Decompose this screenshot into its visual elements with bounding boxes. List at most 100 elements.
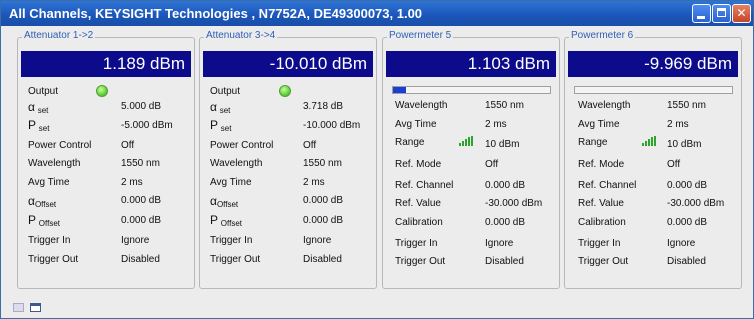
p-set-label: P set	[28, 118, 50, 133]
power-display[interactable]: 1.103 dBm	[386, 51, 556, 77]
trigger-in-value[interactable]: Ignore	[303, 235, 331, 246]
p-offset-value[interactable]: 0.000 dB	[303, 215, 343, 226]
panel-attenuator-1-2: Attenuator 1->2 1.189 dBm Output α set 5…	[17, 30, 195, 289]
wavelength-value[interactable]: 1550 nm	[121, 158, 160, 169]
power-display[interactable]: -10.010 dBm	[203, 51, 373, 77]
calibration-label: Calibration	[395, 217, 443, 228]
power-control-label: Power Control	[210, 140, 274, 151]
trigger-out-value[interactable]: Disabled	[121, 254, 160, 265]
calibration-label: Calibration	[578, 217, 626, 228]
app-window: All Channels, KEYSIGHT Technologies , N7…	[0, 0, 754, 319]
ref-value-value[interactable]: -30.000 dBm	[485, 198, 542, 209]
trigger-in-label: Trigger In	[395, 238, 438, 249]
output-label: Output	[28, 86, 59, 97]
close-icon: ✕	[736, 6, 747, 20]
tile-windows-icon[interactable]	[13, 303, 24, 312]
output-led-icon[interactable]	[279, 85, 291, 97]
wavelength-value[interactable]: 1550 nm	[303, 158, 342, 169]
range-label: Range	[578, 137, 608, 148]
trigger-out-value[interactable]: Disabled	[303, 254, 342, 265]
power-control-value[interactable]: Off	[303, 140, 316, 151]
maximize-icon	[717, 8, 726, 17]
power-level-bar	[574, 86, 733, 94]
power-control-value[interactable]: Off	[121, 140, 134, 151]
ref-channel-label: Ref. Channel	[395, 180, 454, 191]
alpha-set-value[interactable]: 3.718 dB	[303, 101, 343, 112]
trigger-out-label: Trigger Out	[210, 254, 261, 265]
trigger-in-value[interactable]: Ignore	[121, 235, 149, 246]
panel-title: Powermeter 5	[387, 30, 454, 41]
alpha-offset-value[interactable]: 0.000 dB	[121, 195, 161, 206]
avg-time-value[interactable]: 2 ms	[485, 119, 507, 130]
avg-time-label: Avg Time	[578, 119, 620, 130]
ref-mode-label: Ref. Mode	[395, 159, 442, 170]
p-offset-label: P Offset	[28, 213, 60, 228]
trigger-out-label: Trigger Out	[395, 256, 446, 267]
minimize-icon	[697, 16, 705, 19]
ref-channel-value[interactable]: 0.000 dB	[667, 180, 707, 191]
range-value[interactable]: 10 dBm	[485, 139, 519, 150]
ref-value-label: Ref. Value	[578, 198, 624, 209]
calibration-value[interactable]: 0.000 dB	[485, 217, 525, 228]
avg-time-value[interactable]: 2 ms	[121, 177, 143, 188]
power-level-fill	[393, 87, 406, 93]
calibration-value[interactable]: 0.000 dB	[667, 217, 707, 228]
ref-value-value[interactable]: -30.000 dBm	[667, 198, 724, 209]
minimize-button[interactable]	[692, 4, 711, 23]
range-value[interactable]: 10 dBm	[667, 139, 701, 150]
avg-time-value[interactable]: 2 ms	[667, 119, 689, 130]
wavelength-value[interactable]: 1550 nm	[667, 100, 706, 111]
panel-powermeter-5: Powermeter 5 1.103 dBm Wavelength 1550 n…	[382, 30, 560, 289]
ref-value-label: Ref. Value	[395, 198, 441, 209]
window-icon[interactable]	[30, 303, 41, 312]
avg-time-label: Avg Time	[210, 177, 252, 188]
trigger-in-value[interactable]: Ignore	[485, 238, 513, 249]
p-offset-label: P Offset	[210, 213, 242, 228]
p-set-value[interactable]: -5.000 dBm	[121, 120, 173, 131]
wavelength-label: Wavelength	[28, 158, 81, 169]
trigger-out-value[interactable]: Disabled	[667, 256, 706, 267]
ref-channel-label: Ref. Channel	[578, 180, 637, 191]
panel-title: Attenuator 3->4	[204, 30, 278, 41]
wavelength-label: Wavelength	[578, 100, 631, 111]
ref-mode-value[interactable]: Off	[667, 159, 680, 170]
ref-mode-label: Ref. Mode	[578, 159, 625, 170]
alpha-offset-value[interactable]: 0.000 dB	[303, 195, 343, 206]
trigger-in-label: Trigger In	[578, 238, 621, 249]
window-title: All Channels, KEYSIGHT Technologies , N7…	[9, 6, 423, 21]
trigger-in-label: Trigger In	[28, 235, 71, 246]
panel-title: Powermeter 6	[569, 30, 636, 41]
alpha-set-value[interactable]: 5.000 dB	[121, 101, 161, 112]
power-display[interactable]: 1.189 dBm	[21, 51, 191, 77]
avg-time-value[interactable]: 2 ms	[303, 177, 325, 188]
ref-mode-value[interactable]: Off	[485, 159, 498, 170]
p-offset-value[interactable]: 0.000 dB	[121, 215, 161, 226]
output-led-icon[interactable]	[96, 85, 108, 97]
wavelength-label: Wavelength	[210, 158, 263, 169]
output-label: Output	[210, 86, 241, 97]
power-control-label: Power Control	[28, 140, 92, 151]
p-set-label: P set	[210, 118, 232, 133]
wavelength-label: Wavelength	[395, 100, 448, 111]
power-display[interactable]: -9.969 dBm	[568, 51, 738, 77]
avg-time-label: Avg Time	[395, 119, 437, 130]
close-button[interactable]: ✕	[732, 4, 751, 23]
title-bar[interactable]: All Channels, KEYSIGHT Technologies , N7…	[1, 1, 753, 26]
avg-time-label: Avg Time	[28, 177, 70, 188]
ref-channel-value[interactable]: 0.000 dB	[485, 180, 525, 191]
p-set-value[interactable]: -10.000 dBm	[303, 120, 360, 131]
panel-title: Attenuator 1->2	[22, 30, 96, 41]
trigger-in-label: Trigger In	[210, 235, 253, 246]
wavelength-value[interactable]: 1550 nm	[485, 100, 524, 111]
signal-strength-icon[interactable]	[642, 136, 656, 146]
trigger-out-value[interactable]: Disabled	[485, 256, 524, 267]
range-label: Range	[395, 137, 425, 148]
alpha-set-label: α set	[28, 100, 49, 115]
trigger-in-value[interactable]: Ignore	[667, 238, 695, 249]
maximize-button[interactable]	[712, 4, 731, 23]
panel-powermeter-6: Powermeter 6 -9.969 dBm Wavelength 1550 …	[564, 30, 742, 289]
panel-attenuator-3-4: Attenuator 3->4 -10.010 dBm Output α set…	[199, 30, 377, 289]
alpha-offset-label: αOffset	[28, 194, 57, 209]
signal-strength-icon[interactable]	[459, 136, 473, 146]
alpha-set-label: α set	[210, 100, 231, 115]
